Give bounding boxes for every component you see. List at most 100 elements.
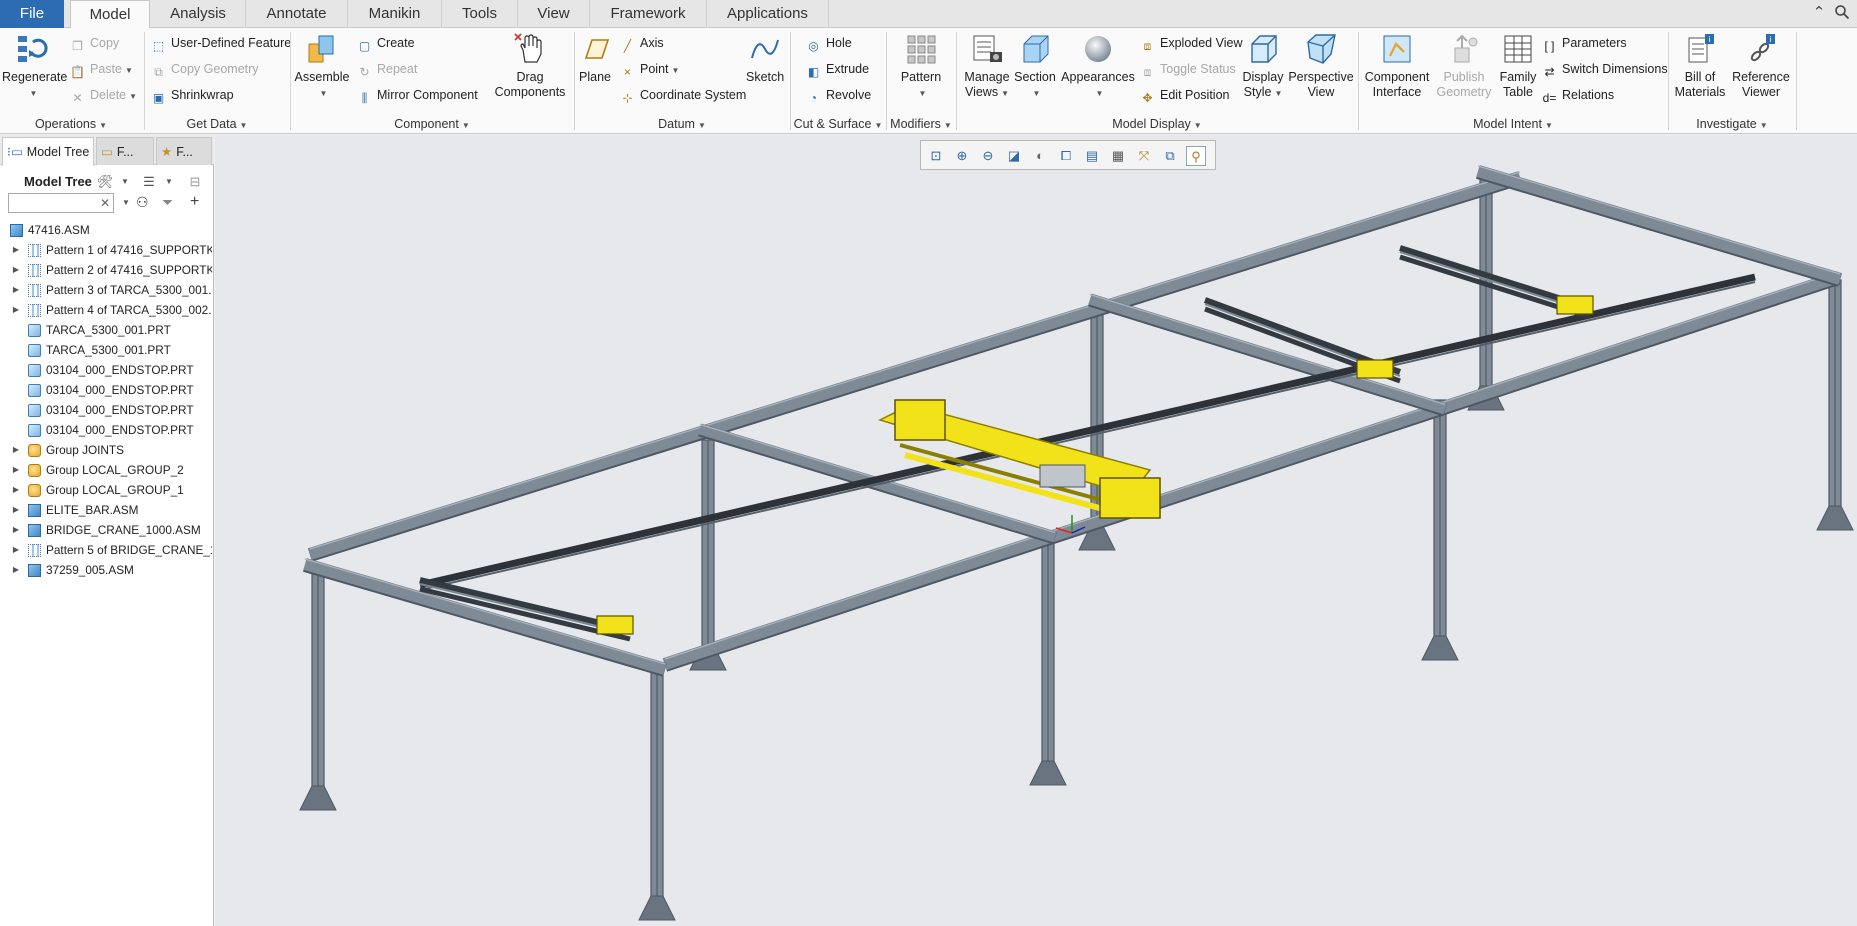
model-tree-search-input[interactable] bbox=[8, 193, 114, 213]
filter-icon[interactable]: ⏷ bbox=[162, 194, 173, 211]
exploded-view-button[interactable]: ⧈ Exploded View bbox=[1140, 32, 1243, 54]
tab-model[interactable]: Model bbox=[70, 0, 150, 29]
point-button[interactable]: × Point ▼ bbox=[620, 58, 679, 80]
tree-item[interactable]: ▶ Group LOCAL_GROUP_1 bbox=[0, 480, 212, 500]
saved-orientations-icon[interactable]: ⧠ bbox=[1056, 146, 1076, 166]
tab-analysis[interactable]: Analysis bbox=[151, 0, 246, 28]
paste-button[interactable]: 📋 Paste ▼ bbox=[70, 58, 133, 80]
show-menu-icon[interactable]: ☰ bbox=[140, 173, 158, 191]
tree-item[interactable]: ▶ Group JOINTS bbox=[0, 440, 212, 460]
delete-button[interactable]: ✕ Delete ▼ bbox=[70, 84, 137, 106]
find-binoculars-icon[interactable]: ⚇ bbox=[136, 194, 149, 211]
tree-item[interactable]: 03104_000_ENDSTOP.PRT bbox=[0, 420, 212, 440]
tab-annotate[interactable]: Annotate bbox=[246, 0, 348, 28]
pattern-button[interactable]: Pattern ▼ bbox=[893, 32, 949, 101]
zoom-out-icon[interactable]: ⊖ bbox=[978, 146, 998, 166]
tab-favorites[interactable]: ★ F... bbox=[156, 137, 212, 165]
tab-tools[interactable]: Tools bbox=[442, 0, 518, 28]
refit-icon[interactable]: ⊡ bbox=[926, 146, 946, 166]
tree-columns-icon[interactable]: ⊟ bbox=[186, 173, 204, 191]
expand-arrow-icon[interactable]: ▶ bbox=[11, 240, 21, 260]
regenerate-button[interactable]: Regenerate ▼ bbox=[2, 32, 67, 101]
expand-arrow-icon[interactable]: ▶ bbox=[11, 560, 21, 580]
group-label-model-display[interactable]: Model Display ▼ bbox=[958, 115, 1356, 133]
parameters-button[interactable]: [ ] Parameters bbox=[1542, 32, 1626, 54]
chevron-down-icon[interactable]: ▼ bbox=[122, 198, 130, 207]
tree-item[interactable]: TARCA_5300_001.PRT bbox=[0, 340, 212, 360]
repaint-icon[interactable]: ◪ bbox=[1004, 146, 1024, 166]
group-label-modifiers[interactable]: Modifiers ▼ bbox=[888, 115, 954, 133]
family-table-button[interactable]: Family Table bbox=[1496, 32, 1540, 100]
tree-item[interactable]: 03104_000_ENDSTOP.PRT bbox=[0, 380, 212, 400]
copy-button[interactable]: ❐ Copy bbox=[70, 32, 119, 54]
tree-item[interactable]: ▶ Pattern 5 of BRIDGE_CRANE_10( bbox=[0, 540, 212, 560]
create-component-button[interactable]: ▢ Create bbox=[357, 32, 415, 54]
hole-button[interactable]: ◎ Hole bbox=[806, 32, 851, 54]
publish-geometry-button[interactable]: Publish Geometry bbox=[1434, 32, 1494, 100]
tree-item[interactable]: 03104_000_ENDSTOP.PRT bbox=[0, 400, 212, 420]
expand-arrow-icon[interactable]: ▶ bbox=[11, 260, 21, 280]
tree-item[interactable]: ▶ BRIDGE_CRANE_1000.ASM bbox=[0, 520, 212, 540]
tab-applications[interactable]: Applications bbox=[707, 0, 829, 28]
tab-folder-browser[interactable]: ▭ F... bbox=[96, 137, 154, 165]
relations-button[interactable]: d= Relations bbox=[1542, 84, 1614, 106]
reference-viewer-button[interactable]: i Reference Viewer bbox=[1730, 32, 1792, 100]
expand-arrow-icon[interactable]: ▶ bbox=[11, 540, 21, 560]
revolve-button[interactable]: ◔ Revolve bbox=[806, 84, 871, 106]
tab-file[interactable]: File bbox=[0, 0, 64, 28]
component-interface-button[interactable]: Component Interface bbox=[1362, 32, 1432, 100]
shrinkwrap-button[interactable]: ▣ Shrinkwrap bbox=[151, 84, 234, 106]
assemble-button[interactable]: Assemble ▼ bbox=[294, 32, 350, 101]
crane-model-view[interactable] bbox=[215, 135, 1857, 926]
manage-views-button[interactable]: Manage Views ▼ bbox=[962, 32, 1012, 101]
chevron-down-icon[interactable]: ▼ bbox=[160, 173, 178, 191]
group-label-model-intent[interactable]: Model Intent ▼ bbox=[1360, 115, 1666, 133]
user-defined-feature-button[interactable]: ⬚ User-Defined Feature bbox=[151, 32, 291, 54]
tree-item[interactable]: ▶ Pattern 2 of 47416_SUPPORTKIT bbox=[0, 260, 212, 280]
expand-arrow-icon[interactable]: ▶ bbox=[11, 520, 21, 540]
appearances-button[interactable]: Appearances ▼ bbox=[1060, 32, 1136, 101]
perspective-view-button[interactable]: Perspective View bbox=[1288, 32, 1354, 100]
tab-framework[interactable]: Framework bbox=[590, 0, 707, 28]
group-label-datum[interactable]: Datum ▼ bbox=[576, 115, 788, 133]
tree-item[interactable]: ▶ ELITE_BAR.ASM bbox=[0, 500, 212, 520]
copy-geometry-button[interactable]: ⧉ Copy Geometry bbox=[151, 58, 258, 80]
coordinate-system-button[interactable]: ⊹ Coordinate System bbox=[620, 84, 746, 106]
tab-view[interactable]: View bbox=[518, 0, 590, 28]
plane-button[interactable]: Plane bbox=[577, 32, 613, 85]
mirror-component-button[interactable]: ⫼ Mirror Component bbox=[357, 84, 478, 106]
tree-item[interactable]: ▶ Pattern 4 of TARCA_5300_002.PI bbox=[0, 300, 212, 320]
switch-dimensions-button[interactable]: ⇄ Switch Dimensions bbox=[1542, 58, 1667, 80]
zoom-in-icon[interactable]: ⊕ bbox=[952, 146, 972, 166]
axis-button[interactable]: ╱ Axis bbox=[620, 32, 664, 54]
tree-item[interactable]: 47416.ASM bbox=[0, 220, 212, 240]
group-label-get-data[interactable]: Get Data ▼ bbox=[146, 115, 288, 133]
tree-item[interactable]: ▶ Pattern 3 of TARCA_5300_001.PI bbox=[0, 280, 212, 300]
tree-item[interactable]: TARCA_5300_001.PRT bbox=[0, 320, 212, 340]
section-button[interactable]: Section ▼ bbox=[1014, 32, 1056, 101]
expand-arrow-icon[interactable]: ▶ bbox=[11, 280, 21, 300]
display-style-button[interactable]: Display Style ▼ bbox=[1242, 32, 1284, 101]
toggle-status-button[interactable]: ⧈ Toggle Status bbox=[1140, 58, 1236, 80]
tree-settings-icon[interactable]: 🛠 bbox=[96, 173, 114, 191]
extrude-button[interactable]: ◧ Extrude bbox=[806, 58, 869, 80]
repeat-button[interactable]: ↻ Repeat bbox=[357, 58, 417, 80]
expand-arrow-icon[interactable]: ▶ bbox=[11, 440, 21, 460]
expand-arrow-icon[interactable]: ▶ bbox=[11, 300, 21, 320]
group-label-operations[interactable]: Operations ▼ bbox=[0, 115, 142, 133]
datum-display-icon[interactable]: ⤧ bbox=[1134, 146, 1154, 166]
view-manager-icon[interactable]: ▤ bbox=[1082, 146, 1102, 166]
edit-position-button[interactable]: ✥ Edit Position bbox=[1140, 84, 1229, 106]
sketch-button[interactable]: Sketch bbox=[746, 32, 784, 85]
group-label-cut-surface[interactable]: Cut & Surface ▼ bbox=[792, 115, 884, 133]
tree-item[interactable]: ▶ Group LOCAL_GROUP_2 bbox=[0, 460, 212, 480]
expand-arrow-icon[interactable]: ▶ bbox=[11, 480, 21, 500]
search-icon[interactable] bbox=[1833, 4, 1851, 22]
tree-item[interactable]: ▶ 37259_005.ASM bbox=[0, 560, 212, 580]
drag-components-button[interactable]: Drag Components bbox=[490, 32, 570, 100]
annotation-display-icon[interactable]: ⚲ bbox=[1186, 146, 1206, 166]
group-label-investigate[interactable]: Investigate ▼ bbox=[1670, 115, 1794, 133]
tree-item[interactable]: 03104_000_ENDSTOP.PRT bbox=[0, 360, 212, 380]
tab-model-tree[interactable]: ⁝▭ Model Tree bbox=[2, 137, 94, 166]
tree-item[interactable]: ▶ Pattern 1 of 47416_SUPPORTKIT bbox=[0, 240, 212, 260]
